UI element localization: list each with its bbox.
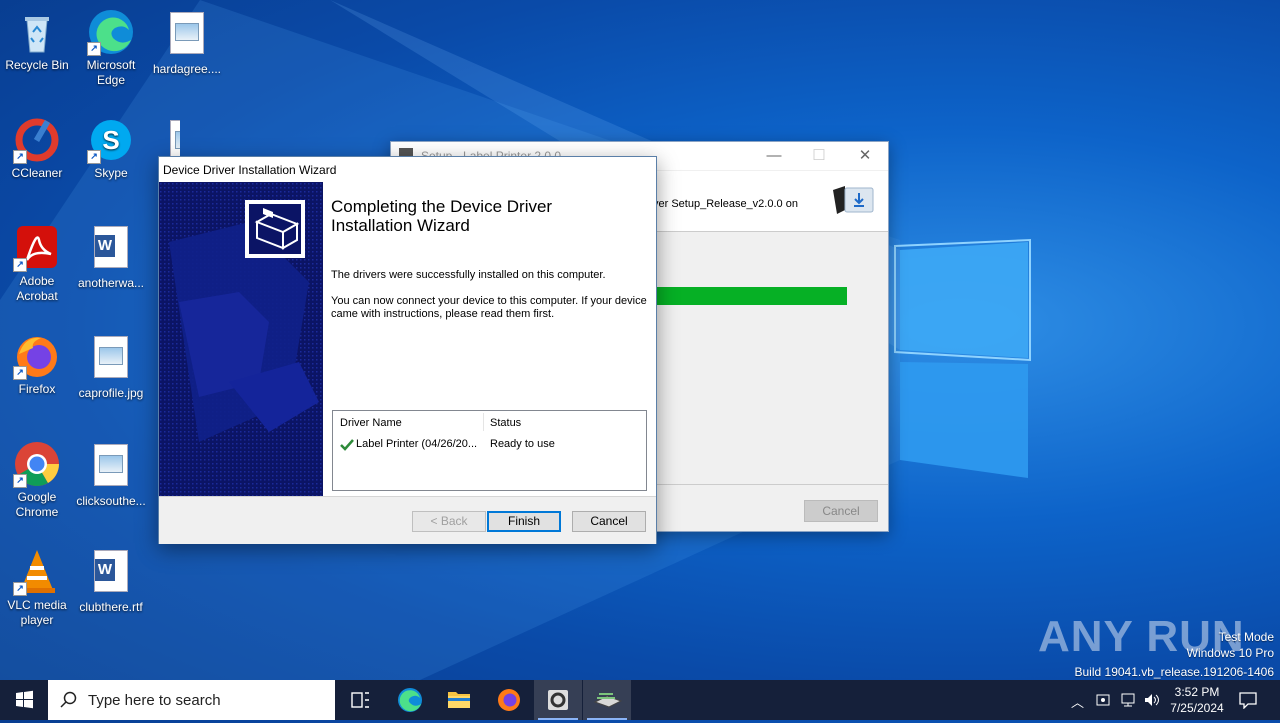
image-file-icon xyxy=(87,444,135,492)
windows-edition-text: Windows 10 Pro xyxy=(1186,646,1274,660)
notifications-icon[interactable] xyxy=(1238,691,1258,709)
desktop-icon-ccleaner[interactable]: ↗ CCleaner xyxy=(0,116,74,181)
wizard-instructions-text: You can now connect your device to this … xyxy=(331,295,647,320)
driver-wizard-dialog[interactable]: Device Driver Installation Wizard Comple… xyxy=(158,156,657,544)
clock-time: 3:52 PM xyxy=(1174,685,1220,699)
desktop-icon-skype[interactable]: S ↗ Skype xyxy=(74,116,148,181)
setup-progress-bar xyxy=(657,287,847,305)
desktop-icon-chrome[interactable]: ↗ Google Chrome xyxy=(0,440,74,520)
desktop-icon-firefox[interactable]: ↗ Firefox xyxy=(0,332,74,397)
column-header-driver-name[interactable]: Driver Name xyxy=(340,417,402,429)
back-button: < Back xyxy=(412,511,486,532)
security-icon[interactable] xyxy=(1095,692,1111,708)
search-placeholder: Type here to search xyxy=(88,692,221,709)
network-icon[interactable] xyxy=(1119,692,1137,708)
image-file-icon xyxy=(163,12,211,60)
desktop-icon-rtf[interactable]: W clubthere.rtf xyxy=(74,548,148,615)
word-doc-icon: W xyxy=(87,550,135,598)
taskbar-file-explorer[interactable] xyxy=(435,680,483,720)
column-header-status[interactable]: Status xyxy=(490,417,521,429)
firefox-icon: ↗ xyxy=(13,332,61,380)
desktop-icon-recycle-bin[interactable]: Recycle Bin xyxy=(0,8,74,73)
close-icon[interactable]: ✕ xyxy=(850,145,880,167)
volume-icon[interactable] xyxy=(1143,692,1161,708)
word-doc-icon: W xyxy=(87,226,135,274)
vlc-icon: ↗ xyxy=(13,548,61,596)
driver-status-cell: Ready to use xyxy=(490,438,555,450)
skype-icon: S ↗ xyxy=(87,116,135,164)
setup-install-icon xyxy=(833,186,874,214)
taskbar-firefox[interactable] xyxy=(485,680,533,720)
test-mode-text: Test Mode xyxy=(1218,630,1274,644)
setup-gear-icon xyxy=(548,690,568,710)
start-button[interactable] xyxy=(0,680,48,720)
build-text: Build 19041.vb_release.191206-1406 xyxy=(1074,665,1275,679)
wizard-heading: Completing the Device Driver Installatio… xyxy=(331,197,553,235)
driver-list[interactable]: Driver Name Status Label Printer (04/26/… xyxy=(332,410,647,491)
taskbar-setup[interactable] xyxy=(534,680,582,720)
wizard-success-text: The drivers were successfully installed … xyxy=(331,269,606,281)
setup-header-text: ver Setup_Release_v2.0.0 on xyxy=(653,198,798,210)
desktop-icon-jpg[interactable]: caprofile.jpg xyxy=(74,332,148,401)
taskbar: Type here to search ︿ 3:52 PM 7/25/2024 xyxy=(0,680,1280,720)
edge-icon: ↗ xyxy=(87,8,135,56)
desktop-icon-file[interactable]: hardagree.... xyxy=(150,8,224,77)
image-file-icon xyxy=(87,336,135,384)
wizard-content: Completing the Device Driver Installatio… xyxy=(323,182,656,496)
search-box[interactable]: Type here to search xyxy=(48,680,335,720)
folder-icon xyxy=(448,692,470,708)
desktop-icon-image[interactable]: clicksouthe... xyxy=(74,440,148,509)
wizard-titlebar[interactable]: Device Driver Installation Wizard xyxy=(159,157,656,183)
chrome-icon: ↗ xyxy=(13,440,61,488)
taskbar-edge[interactable] xyxy=(386,680,434,720)
maximize-icon: ☐ xyxy=(812,147,826,164)
minimize-icon[interactable]: — xyxy=(759,145,789,167)
edge-icon xyxy=(398,688,422,712)
wizard-footer: < Back Finish Cancel xyxy=(159,496,656,544)
desktop-icon-vlc[interactable]: ↗ VLC media player xyxy=(0,548,74,628)
task-view-button[interactable] xyxy=(336,680,384,720)
cancel-button[interactable]: Cancel xyxy=(572,511,646,532)
clock[interactable]: 3:52 PM 7/25/2024 xyxy=(1162,684,1232,716)
finish-button[interactable]: Finish xyxy=(487,511,561,532)
firefox-icon xyxy=(498,689,520,711)
desktop-icon-edge[interactable]: ↗ Microsoft Edge xyxy=(74,8,148,88)
search-icon xyxy=(60,691,77,708)
desktop-icon-acrobat[interactable]: ↗ Adobe Acrobat xyxy=(0,224,74,304)
checkmark-icon xyxy=(340,439,354,451)
acrobat-icon: ↗ xyxy=(13,224,61,272)
desktop-icon-word-doc[interactable]: W anotherwa... xyxy=(74,224,148,291)
chevron-up-icon[interactable]: ︿ xyxy=(1071,692,1084,711)
ccleaner-icon: ↗ xyxy=(13,116,61,164)
driver-name-cell: Label Printer (04/26/20... xyxy=(356,438,478,450)
wizard-sidebar-graphic xyxy=(159,182,323,496)
windows-logo-icon xyxy=(16,690,33,709)
recycle-bin-icon xyxy=(13,8,61,56)
taskbar-driver-wizard[interactable] xyxy=(583,680,631,720)
wizard-sidebar xyxy=(159,182,323,496)
setup-cancel-button: Cancel xyxy=(804,500,878,522)
wizard-title: Device Driver Installation Wizard xyxy=(163,163,337,177)
task-view-icon xyxy=(351,692,369,708)
svg-text:S: S xyxy=(102,125,119,155)
clock-date: 7/25/2024 xyxy=(1170,701,1224,715)
installer-icon xyxy=(593,693,623,708)
